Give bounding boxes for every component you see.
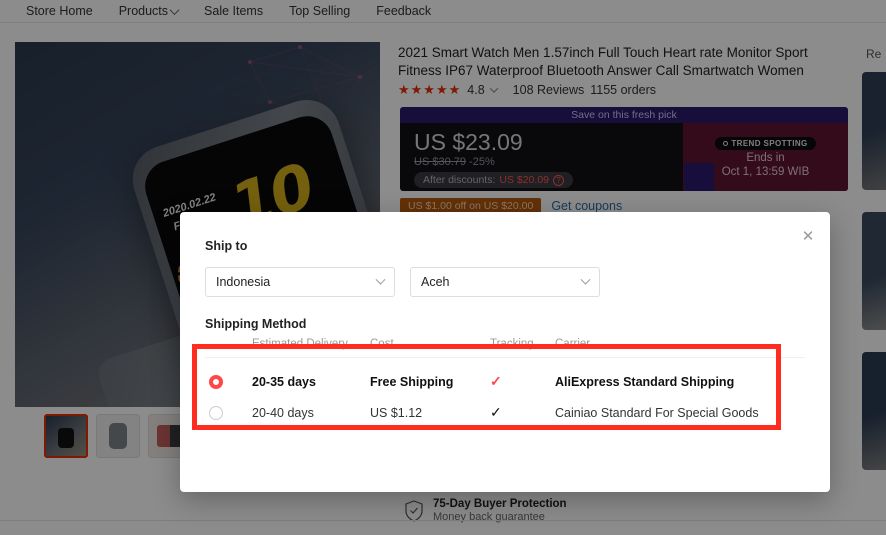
shipping-option-radio[interactable]: [209, 374, 223, 389]
shipping-method-table: Estimated Delivery Cost Tracking Carrier…: [205, 338, 805, 428]
row-cost: Free Shipping: [370, 374, 454, 389]
column-header-cost: Cost: [370, 338, 394, 350]
ship-to-label: Ship to: [205, 239, 248, 253]
row-tracking-check-icon: ✓: [490, 373, 502, 389]
row-delivery: 20-40 days: [252, 405, 314, 420]
shipping-option-radio[interactable]: [209, 405, 223, 420]
screenshot-root: Store Home Products Sale Items Top Selli…: [0, 0, 886, 535]
chevron-down-icon: [580, 274, 591, 285]
row-delivery: 20-35 days: [252, 374, 316, 389]
row-carrier: AliExpress Standard Shipping: [555, 374, 735, 389]
close-icon[interactable]: ✕: [798, 226, 818, 246]
table-row[interactable]: 20-35 days Free Shipping ✓ AliExpress St…: [205, 366, 805, 397]
province-select-value: Aceh: [421, 275, 450, 289]
shipping-method-label: Shipping Method: [205, 317, 307, 331]
row-tracking-check-icon: ✓: [490, 404, 502, 420]
column-header-delivery: Estimated Delivery: [252, 338, 348, 350]
province-select[interactable]: Aceh: [410, 267, 600, 297]
table-header: Estimated Delivery Cost Tracking Carrier: [205, 338, 805, 358]
shipping-modal: ✕ Ship to Indonesia Aceh Shipping Method…: [180, 212, 830, 492]
column-header-carrier: Carrier: [555, 338, 591, 350]
location-selects: Indonesia Aceh: [205, 267, 600, 297]
row-cost: US $1.12: [370, 405, 423, 420]
column-header-tracking: Tracking: [490, 338, 534, 350]
country-select[interactable]: Indonesia: [205, 267, 395, 297]
country-select-value: Indonesia: [216, 275, 271, 289]
table-row[interactable]: 20-40 days US $1.12 ✓ Cainiao Standard F…: [205, 397, 805, 428]
row-carrier: Cainiao Standard For Special Goods: [555, 405, 759, 420]
chevron-down-icon: [375, 274, 386, 285]
